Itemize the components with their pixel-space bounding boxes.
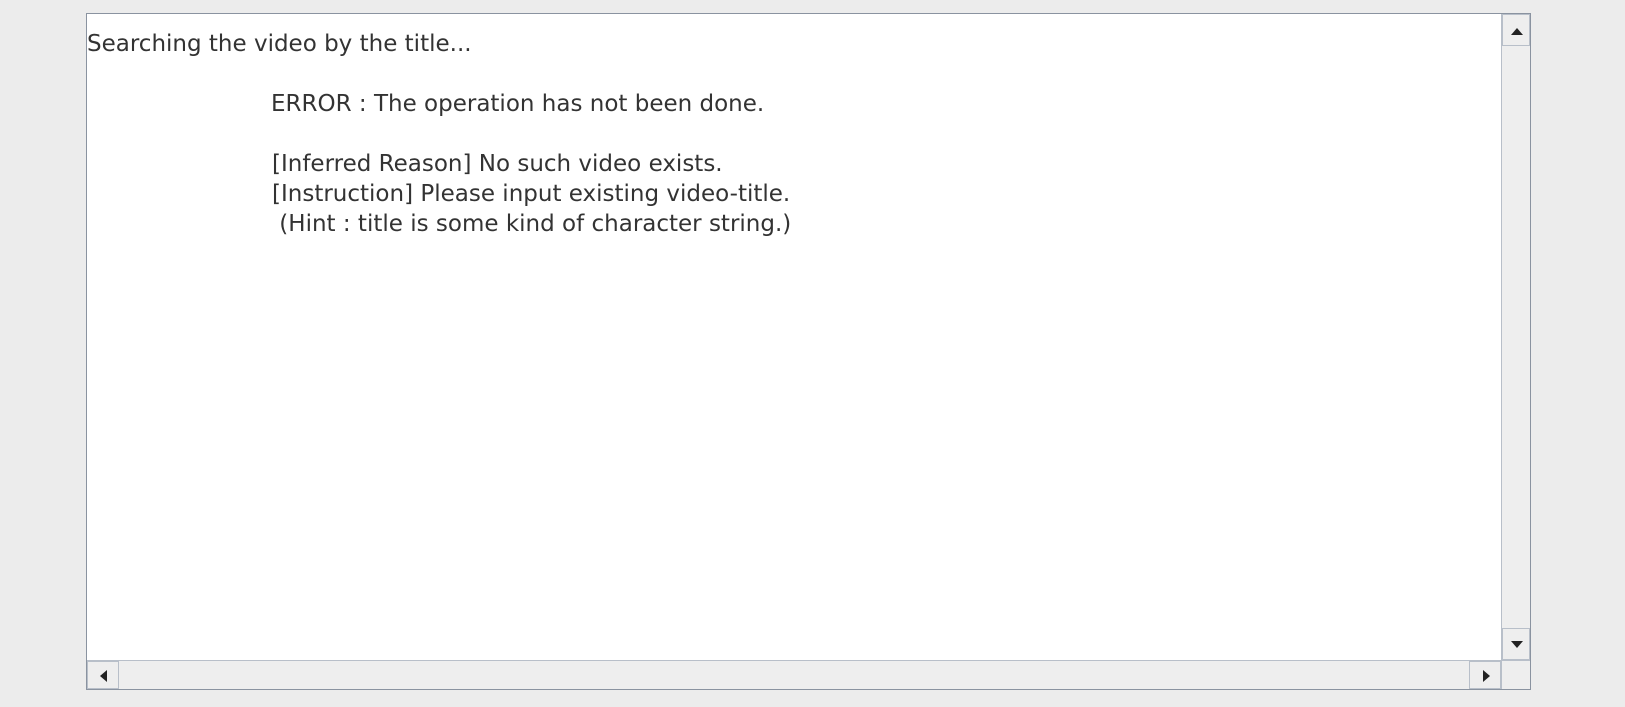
instruction-line: [Instruction] Please input existing vide… [272, 181, 791, 207]
scrollbar-corner [1501, 660, 1530, 689]
triangle-right-icon [1483, 670, 1490, 682]
reason-line: [Inferred Reason] No such video exists. [272, 151, 723, 177]
triangle-left-icon [100, 670, 107, 682]
scroll-up-button[interactable] [1502, 14, 1530, 46]
vertical-scroll-track[interactable] [1502, 46, 1530, 628]
scroll-down-button[interactable] [1502, 628, 1530, 660]
scroll-right-button[interactable] [1469, 661, 1501, 689]
status-line: Searching the video by the title... [87, 31, 472, 57]
scroll-left-button[interactable] [87, 661, 119, 689]
error-line: ERROR : The operation has not been done. [271, 91, 765, 117]
hint-line: (Hint : title is some kind of character … [272, 211, 792, 237]
horizontal-scrollbar[interactable] [87, 660, 1501, 689]
vertical-scrollbar[interactable] [1501, 14, 1530, 660]
triangle-down-icon [1511, 641, 1523, 648]
output-scroll-pane[interactable]: Searching the video by the title... ERRO… [86, 13, 1531, 690]
horizontal-scroll-track[interactable] [119, 661, 1469, 689]
output-text-area[interactable]: Searching the video by the title... ERRO… [87, 14, 1501, 660]
triangle-up-icon [1511, 28, 1523, 35]
